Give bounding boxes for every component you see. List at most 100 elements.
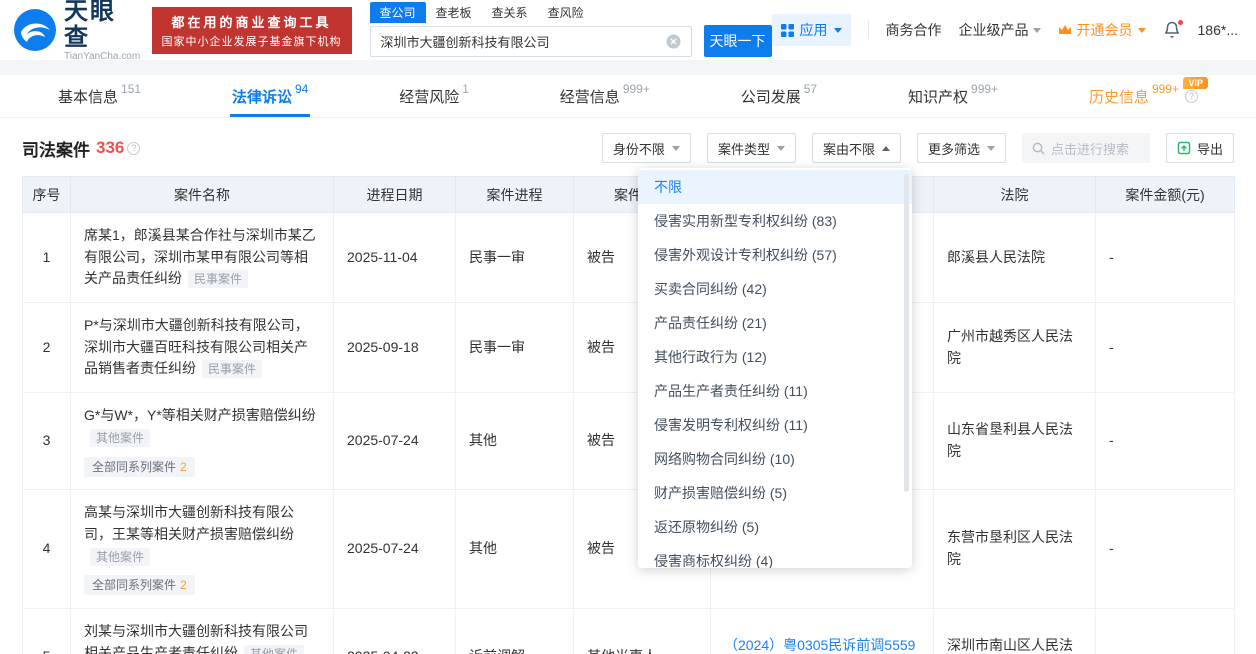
court: 郎溪县人民法院 — [933, 211, 1096, 304]
case-name-link[interactable]: 高某与深圳市大疆创新科技有限公司，王某等相关财产损害赔偿纠纷 — [84, 504, 294, 542]
search-tabs: 查公司 查老板 查关系 查风险 — [369, 2, 772, 23]
account-phone[interactable]: 186*... — [1198, 22, 1238, 38]
section-title: 司法案件 — [22, 140, 90, 160]
nav-open-vip[interactable]: 开通会员 — [1058, 20, 1146, 40]
tab-legal-litigation[interactable]: 法律诉讼 94 — [216, 75, 324, 117]
dropdown-option[interactable]: 侵害商标权纠纷 (4) — [638, 544, 912, 568]
dropdown-option[interactable]: 产品责任纠纷 (21) — [638, 306, 912, 340]
tianyancha-logo-icon — [14, 9, 56, 51]
nav-business-cooperation[interactable]: 商务合作 — [886, 20, 942, 40]
notifications-bell[interactable] — [1163, 19, 1184, 39]
case-progress: 民事一审 — [455, 211, 574, 304]
clear-input-icon[interactable] — [666, 34, 681, 49]
table-search-input[interactable]: 点击进行搜索 — [1021, 133, 1150, 163]
dropdown-option[interactable]: 侵害外观设计专利权纠纷 (57) — [638, 238, 912, 272]
case-progress: 其他 — [455, 392, 574, 491]
divider — [867, 21, 869, 39]
tab-operating-risk[interactable]: 经营风险 1 — [383, 75, 485, 117]
crown-icon — [1058, 25, 1071, 34]
dropdown-option[interactable]: 买卖合同纠纷 (42) — [638, 272, 912, 306]
col-case-name: 案件名称 — [70, 176, 334, 213]
dropdown-scrollbar[interactable] — [904, 174, 909, 492]
dropdown-option[interactable]: 侵害发明专利权纠纷 (11) — [638, 408, 912, 442]
search-tab-company[interactable]: 查公司 — [369, 2, 426, 23]
case-index: 1 — [22, 211, 71, 304]
filter-more[interactable]: 更多筛选 — [916, 133, 1006, 163]
court: 山东省垦利县人民法院 — [933, 392, 1096, 491]
case-type-tag: 其他案件 — [90, 428, 151, 447]
apps-grid-icon — [780, 23, 794, 37]
section-count: 336 — [96, 138, 125, 157]
col-case-amount: 案件金额(元) — [1095, 176, 1235, 213]
case-type-tag: 民事案件 — [202, 360, 263, 379]
table-row: 1 席某1，郎溪县某合作社与深圳市某乙有限公司，深圳市某甲有限公司等相关产品责任… — [22, 211, 1235, 304]
table-row: 5 刘某与深圳市大疆创新科技有限公司相关产品生产者责任纠纷其他案件 全部同系列案… — [22, 607, 1235, 654]
dropdown-option[interactable]: 产品生产者责任纠纷 (11) — [638, 374, 912, 408]
case-name-link[interactable]: P*与深圳市大疆创新科技有限公司，深圳市大疆百旺科技有限公司相关产品销售者责任纠… — [84, 317, 309, 376]
search-tab-relation[interactable]: 查关系 — [482, 2, 538, 23]
tianyancha-logo[interactable]: 天眼查 TianYanCha.com — [14, 0, 142, 62]
filters-bar: 身份不限 案件类型 案由不限 更多筛选 点击进行搜索 导出 — [601, 133, 1234, 163]
promo-banner-line1: 都在用的商业查询工具 — [171, 14, 332, 30]
case-progress: 其他 — [455, 489, 574, 609]
search-input-value: 深圳市大疆创新科技有限公司 — [380, 34, 550, 50]
case-index: 3 — [22, 392, 71, 491]
tab-operating-info[interactable]: 经营信息 999+ — [544, 75, 666, 117]
col-progress-date: 进程日期 — [333, 176, 456, 213]
notification-badge — [1176, 19, 1184, 26]
chevron-down-icon — [671, 145, 680, 151]
dropdown-option[interactable]: 不限 — [638, 170, 912, 204]
search-tab-risk[interactable]: 查风险 — [538, 2, 594, 23]
case-amount: - — [1095, 302, 1235, 394]
table-row: 3 G*与W*，Y*等相关财产损害赔偿纠纷其他案件 全部同系列案件 2 2025-… — [22, 392, 1235, 491]
nav-enterprise-products[interactable]: 企业级产品 — [959, 20, 1041, 40]
series-cases-link[interactable]: 全部同系列案件 2 — [84, 456, 195, 477]
tab-company-development[interactable]: 公司发展 57 — [725, 75, 833, 117]
case-amount: - — [1095, 392, 1235, 491]
chevron-down-icon — [1032, 27, 1041, 33]
search-icon — [1032, 142, 1045, 155]
tab-history-info[interactable]: VIP 历史信息 999+ ? — [1073, 75, 1214, 117]
company-tabbar: 基本信息 151 法律诉讼 94 经营风险 1 经营信息 999+ 公司发展 57 知识产… — [0, 75, 1256, 118]
cause-of-action-dropdown: 不限 侵害实用新型专利权纠纷 (83) 侵害外观设计专利权纠纷 (57) 买卖合… — [638, 168, 912, 568]
search-tab-boss[interactable]: 查老板 — [426, 2, 482, 23]
series-cases-link[interactable]: 全部同系列案件 2 — [84, 575, 195, 596]
chevron-down-icon — [986, 145, 995, 151]
case-name-link[interactable]: G*与W*，Y*等相关财产损害赔偿纠纷 — [84, 407, 316, 423]
case-type-tag: 民事案件 — [188, 270, 249, 289]
case-index: 2 — [22, 302, 71, 394]
dropdown-option[interactable]: 财产损害赔偿纠纷 (5) — [638, 476, 912, 510]
progress-date: 2025-09-18 — [333, 302, 456, 394]
export-button[interactable]: 导出 — [1165, 133, 1234, 163]
apps-label: 应用 — [799, 22, 828, 38]
separator-band — [0, 60, 1256, 75]
filter-identity[interactable]: 身份不限 — [601, 133, 691, 163]
court: 东营市垦利区人民法院 — [933, 489, 1096, 609]
filter-case-type[interactable]: 案件类型 — [706, 133, 796, 163]
progress-date: 2025-11-04 — [333, 211, 456, 304]
help-icon[interactable]: ? — [1184, 89, 1198, 103]
company-search-input[interactable]: 深圳市大疆创新科技有限公司 — [369, 25, 692, 57]
apps-menu-button[interactable]: 应用 — [771, 14, 851, 46]
page: 天眼查 TianYanCha.com 都在用的商业查询工具 国家中小企业发展子基… — [0, 0, 1256, 654]
progress-date: 2025-07-24 — [333, 489, 456, 609]
brand-domain: TianYanCha.com — [64, 50, 141, 62]
col-index: 序号 — [22, 176, 71, 213]
dropdown-option[interactable]: 其他行政行为 (12) — [638, 340, 912, 374]
tab-basic-info[interactable]: 基本信息 151 — [42, 75, 157, 117]
search-submit-button[interactable]: 天眼一下 — [703, 25, 772, 57]
dropdown-option[interactable]: 侵害实用新型专利权纠纷 (83) — [638, 204, 912, 238]
case-progress: 民事一审 — [455, 302, 574, 394]
filter-cause-of-action[interactable]: 案由不限 — [811, 133, 901, 163]
promo-banner: 都在用的商业查询工具 国家中小企业发展子基金旗下机构 — [151, 6, 352, 54]
case-number-link[interactable]: （2024）粤0305民诉前调55592号 — [724, 637, 915, 654]
chevron-down-icon — [1137, 27, 1146, 33]
case-index: 4 — [22, 489, 71, 609]
dropdown-option[interactable]: 返还原物纠纷 (5) — [638, 510, 912, 544]
case-type-tag: 其他案件 — [90, 547, 151, 566]
dropdown-option[interactable]: 网络购物合同纠纷 (10) — [638, 442, 912, 476]
chevron-up-icon — [881, 145, 890, 151]
table-row: 2 P*与深圳市大疆创新科技有限公司，深圳市大疆百旺科技有限公司相关产品销售者责… — [22, 302, 1235, 394]
help-icon[interactable]: ? — [127, 141, 141, 155]
tab-intellectual-property[interactable]: 知识产权 999+ — [892, 75, 1014, 117]
